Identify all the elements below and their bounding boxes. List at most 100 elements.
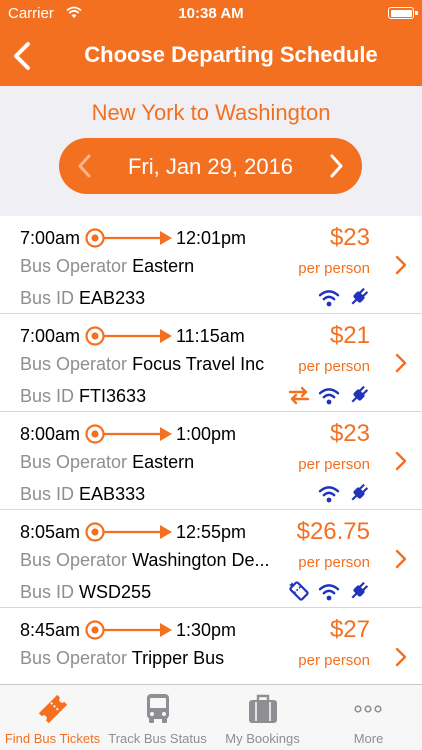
bus-id-line: Bus ID FTI3633 (20, 386, 146, 407)
page-title: Choose Departing Schedule (84, 42, 378, 67)
tab-label: More (353, 731, 384, 746)
ticket-icon (38, 694, 68, 724)
chevron-right-icon (395, 549, 407, 569)
date-selector: Fri, Jan 29, 2016 (59, 138, 362, 194)
power-plug-icon (351, 483, 369, 501)
bus-id-line: Bus ID EAB333 (20, 484, 145, 505)
amenity-icons (318, 482, 370, 504)
per-person-label: per person (298, 554, 370, 571)
bus-operator-label: Bus Operator (20, 550, 128, 570)
bus-operator-name: Eastern (132, 256, 195, 276)
route-arrow-icon (85, 620, 172, 640)
wifi-icon (318, 290, 340, 307)
arrival-time: 11:15am (176, 326, 245, 346)
amenity-icons (318, 286, 370, 308)
chevron-right-icon (395, 647, 407, 667)
bus-id-label: Bus ID (20, 288, 75, 308)
tab-track-bus-status[interactable]: Track Bus Status (105, 685, 210, 750)
bus-operator-name: Focus Travel Inc (132, 354, 265, 374)
bus-operator-label: Bus Operator (20, 648, 128, 668)
departure-time: 7:00am (20, 228, 81, 248)
bus-operator-line: Bus Operator Focus Travel Inc (20, 354, 264, 375)
bus-id-value: EAB233 (79, 288, 146, 308)
amenity-icons (288, 580, 370, 602)
bus-id-line: Bus ID WSD255 (20, 582, 151, 603)
wifi-icon (318, 584, 340, 601)
departure-time: 8:05am (20, 522, 81, 542)
next-date-button[interactable] (324, 150, 348, 182)
departure-time: 8:45am (20, 620, 81, 640)
per-person-label: per person (298, 358, 370, 375)
arrival-time: 12:01pm (176, 228, 247, 248)
departure-time: 7:00am (20, 326, 81, 346)
tab-my-bookings[interactable]: My Bookings (210, 685, 315, 750)
bus-operator-line: Bus Operator Eastern (20, 452, 194, 473)
bus-operator-label: Bus Operator (20, 256, 128, 276)
route-arrow-icon (85, 326, 172, 346)
route-arrow-icon (85, 228, 172, 248)
route-title: New York to Washington (91, 100, 331, 125)
trip-row[interactable]: 8:45am 1:30pm Bus Operator Tripper Bus $… (0, 608, 422, 684)
bus-operator-line: Bus Operator Washington De... (20, 550, 269, 571)
ticket-icon (289, 581, 309, 601)
trip-row[interactable]: 8:00am 1:00pm Bus Operator Eastern Bus I… (0, 412, 422, 510)
bus-id-label: Bus ID (20, 484, 75, 504)
trip-price: $23 (329, 224, 370, 251)
bus-id-value: FTI3633 (79, 386, 147, 406)
per-person-label: per person (298, 652, 370, 669)
arrival-time: 1:00pm (176, 424, 237, 444)
arrival-time: 1:30pm (176, 620, 237, 640)
amenity-icons (288, 384, 370, 406)
power-plug-icon (351, 581, 369, 599)
trip-price: $23 (329, 420, 370, 447)
bus-operator-line: Bus Operator Tripper Bus (20, 648, 224, 669)
selected-date[interactable]: Fri, Jan 29, 2016 (99, 154, 322, 180)
bus-operator-label: Bus Operator (20, 452, 128, 472)
bus-operator-name: Tripper Bus (131, 648, 225, 668)
departure-time: 8:00am (20, 424, 81, 444)
bus-operator-name: Eastern (132, 452, 195, 472)
bus-operator-label: Bus Operator (20, 354, 128, 374)
route-arrow-icon (85, 522, 172, 542)
bus-id-value: WSD255 (79, 582, 152, 602)
transfer-icon (288, 386, 310, 405)
status-time: 10:38 AM (178, 5, 244, 22)
battery-icon (388, 7, 418, 19)
wifi-icon (318, 388, 340, 405)
trip-price: $27 (329, 616, 370, 643)
trip-row[interactable]: 7:00am 12:01pm Bus Operator Eastern Bus … (0, 216, 422, 314)
power-plug-icon (351, 287, 369, 305)
per-person-label: per person (298, 260, 370, 277)
chevron-right-icon (395, 451, 407, 471)
suitcase-icon (249, 694, 277, 723)
trip-list: 7:00am 12:01pm Bus Operator Eastern Bus … (0, 216, 422, 684)
trip-price: $26.75 (296, 518, 370, 545)
power-plug-icon (351, 385, 369, 403)
route-arrow-icon (85, 424, 172, 444)
per-person-label: per person (298, 456, 370, 473)
bus-id-label: Bus ID (20, 582, 75, 602)
chevron-right-icon (395, 255, 407, 275)
arrival-time: 12:55pm (176, 522, 247, 542)
trip-price: $21 (329, 322, 370, 349)
tab-more[interactable]: More (315, 685, 422, 750)
tab-find-bus-tickets[interactable]: Find Bus Tickets (0, 685, 105, 750)
tab-bar: Find Bus Tickets Track Bus Status My Boo… (0, 684, 422, 750)
bus-id-line: Bus ID EAB233 (20, 288, 145, 309)
status-bar: Carrier 10:38 AM (0, 0, 422, 28)
tab-label: Track Bus Status (108, 731, 207, 746)
bus-operator-line: Bus Operator Eastern (20, 256, 194, 277)
nav-header: Carrier 10:38 AM Choose Departing Schedu… (0, 0, 422, 86)
tab-label: My Bookings (225, 731, 300, 746)
tab-label: Find Bus Tickets (4, 731, 101, 746)
trip-row[interactable]: 8:05am 12:55pm Bus Operator Washington D… (0, 510, 422, 608)
previous-date-button[interactable] (73, 150, 97, 182)
bus-id-label: Bus ID (20, 386, 75, 406)
bus-icon (147, 694, 169, 723)
back-button[interactable] (6, 36, 42, 76)
wifi-icon (318, 486, 340, 503)
bus-operator-name: Washington De... (132, 550, 270, 570)
bus-id-value: EAB333 (79, 484, 146, 504)
trip-row[interactable]: 7:00am 11:15am Bus Operator Focus Travel… (0, 314, 422, 412)
more-dots-icon (354, 705, 382, 713)
